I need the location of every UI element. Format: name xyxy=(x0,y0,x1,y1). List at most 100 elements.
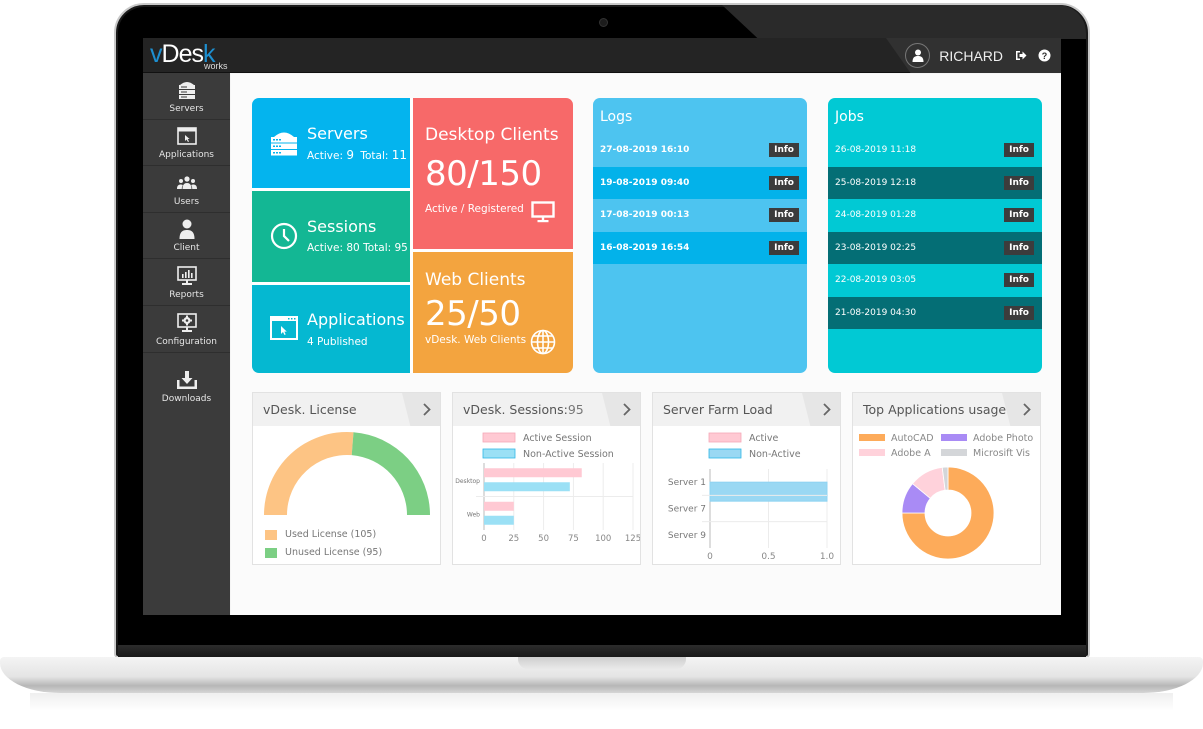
user-avatar-icon[interactable] xyxy=(905,43,931,68)
reports-monitor-icon xyxy=(176,265,198,287)
job-row: 26-08-2019 11:18 Info xyxy=(828,134,1042,167)
webcam xyxy=(599,18,608,27)
log-row: 19-08-2019 09:40 Info xyxy=(593,166,807,199)
chevron-right-icon[interactable] xyxy=(1002,393,1040,426)
sidebar-item-downloads[interactable]: Downloads xyxy=(143,353,230,409)
servers-tile[interactable]: Servers Active: 9 Total: 11 xyxy=(252,98,410,188)
legend-item: Unused License (95) xyxy=(265,547,382,558)
user-area: RICHARD ? xyxy=(905,38,1051,73)
job-time: 25-08-2019 12:18 xyxy=(835,177,917,188)
legend-swatch-used xyxy=(265,529,277,540)
sidebar: Servers Applications Users Client Report… xyxy=(143,73,230,615)
job-row: 22-08-2019 03:05 Info xyxy=(828,264,1042,297)
total-label: Total: xyxy=(363,242,392,254)
sidebar-item-servers[interactable]: Servers xyxy=(143,73,230,120)
sessions-card: vDesk. Sessions:95 Active Session Non-Act… xyxy=(452,392,641,565)
active-label: Active: xyxy=(307,242,344,254)
total-label: Total: xyxy=(360,150,389,162)
bar-non-active-session xyxy=(484,482,570,492)
web-clients-subtitle: vDesk. Web Clients xyxy=(425,334,527,346)
jobs-title: Jobs xyxy=(835,109,864,125)
desktop-clients-value: 80/150 xyxy=(425,154,542,194)
desktop-clients-tile[interactable]: Desktop Clients 80/150 Active / Register… xyxy=(413,98,573,249)
sessions-tile[interactable]: Sessions Active: 80 Total: 95 xyxy=(252,191,410,282)
laptop-chin xyxy=(118,645,1086,657)
help-icon[interactable]: ? xyxy=(1037,49,1051,63)
card-title-text: vDesk. Sessions: xyxy=(463,402,568,417)
servers-tile-stats: Active: 9 Total: 11 xyxy=(307,148,407,162)
logs-title: Logs xyxy=(600,109,633,125)
sessions-tile-stats: Active: 80 Total: 95 xyxy=(307,242,408,254)
web-clients-value: 25/50 xyxy=(425,294,521,334)
log-row: 17-08-2019 00:13 Info xyxy=(593,199,807,232)
sidebar-item-users[interactable]: Users xyxy=(143,166,230,213)
applications-tile-title: Applications xyxy=(307,310,405,329)
info-button[interactable]: Info xyxy=(769,240,799,255)
legend-swatch xyxy=(941,434,967,441)
gauge-segment-used xyxy=(264,432,354,515)
job-row: 25-08-2019 12:18 Info xyxy=(828,166,1042,199)
info-button[interactable]: Info xyxy=(769,175,799,190)
logout-icon[interactable] xyxy=(1014,49,1028,63)
applications-tile[interactable]: Applications 4 Published xyxy=(252,285,410,373)
sidebar-item-client[interactable]: Client xyxy=(143,213,230,260)
legend-swatch xyxy=(941,449,967,456)
x-tick-label: 25 xyxy=(508,534,519,544)
bar-active-session xyxy=(484,501,514,511)
sessions-tile-title: Sessions xyxy=(307,217,377,236)
chevron-right-icon[interactable] xyxy=(402,393,440,426)
y-category-label: Server 1 xyxy=(668,478,706,488)
license-card: vDesk. License Used License (105) Unused… xyxy=(252,392,441,565)
vdesk-logo[interactable]: vDesk works xyxy=(150,40,240,72)
card-title: vDesk. Sessions:95 xyxy=(463,402,584,417)
x-tick-label: 0 xyxy=(481,534,486,544)
log-row: 16-08-2019 16:54 Info xyxy=(593,231,807,264)
chevron-right-icon[interactable] xyxy=(602,393,640,426)
bar-non-active xyxy=(709,481,828,502)
card-header: Server Farm Load xyxy=(653,393,840,426)
y-category-label: Server 9 xyxy=(668,531,706,541)
sidebar-item-label: Client xyxy=(173,243,200,254)
users-group-icon xyxy=(176,172,198,194)
legend-label: Unused License (95) xyxy=(285,547,383,558)
info-button[interactable]: Info xyxy=(1004,273,1034,288)
card-header: Top Applications usage xyxy=(853,393,1040,426)
client-user-icon xyxy=(176,218,198,240)
globe-icon xyxy=(530,329,556,355)
svg-text:?: ? xyxy=(1041,51,1047,61)
log-row: 27-08-2019 16:10 Info xyxy=(593,134,807,167)
y-category-label: Server 7 xyxy=(668,505,706,515)
sidebar-item-reports[interactable]: Reports xyxy=(143,259,230,306)
info-button[interactable]: Info xyxy=(1004,305,1034,320)
job-time: 26-08-2019 11:18 xyxy=(835,145,917,156)
web-clients-tile[interactable]: Web Clients 25/50 vDesk. Web Clients xyxy=(413,252,573,373)
laptop-shadow xyxy=(30,693,1173,711)
license-gauge-chart xyxy=(264,432,430,515)
chevron-right-icon[interactable] xyxy=(802,393,840,426)
application-window-icon xyxy=(269,313,299,343)
x-tick-label: 125 xyxy=(625,534,640,544)
info-button[interactable]: Info xyxy=(1004,240,1034,255)
info-button[interactable]: Info xyxy=(769,208,799,223)
card-header: vDesk. License xyxy=(253,393,440,426)
sidebar-item-label: Downloads xyxy=(161,393,212,404)
logo-subtext: works xyxy=(204,61,228,71)
x-tick-label: 1.0 xyxy=(820,552,835,562)
total-count: 11 xyxy=(391,148,408,162)
username[interactable]: RICHARD xyxy=(939,48,1003,64)
sidebar-item-applications[interactable]: Applications xyxy=(143,120,230,167)
info-button[interactable]: Info xyxy=(1004,143,1034,158)
log-time: 17-08-2019 00:13 xyxy=(600,210,690,221)
sidebar-item-label: Users xyxy=(173,196,200,207)
card-title: vDesk. License xyxy=(263,402,357,417)
info-button[interactable]: Info xyxy=(1004,175,1034,190)
log-time: 19-08-2019 09:40 xyxy=(600,177,690,188)
info-button[interactable]: Info xyxy=(769,143,799,158)
sidebar-item-configuration[interactable]: Configuration xyxy=(143,306,230,353)
info-button[interactable]: Info xyxy=(1004,208,1034,223)
job-time: 21-08-2019 04:30 xyxy=(835,307,917,318)
lid-reflection xyxy=(722,5,1086,39)
server-icon xyxy=(269,128,299,158)
application-window-icon xyxy=(176,125,198,147)
legend-label: Non-Active xyxy=(749,449,801,460)
